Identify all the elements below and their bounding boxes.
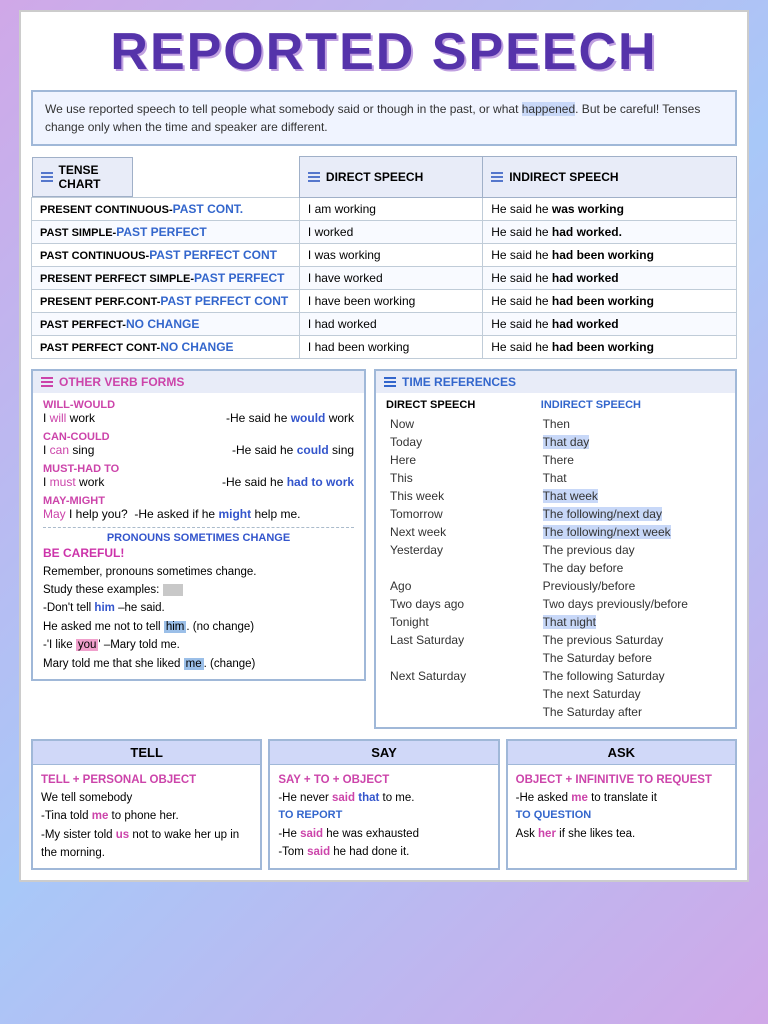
tense-chart-header: TENSE CHART [59,163,125,191]
ask-subheader1: OBJECT + INFINITIVE TO REQUEST [516,771,727,789]
table-row: PRESENT PERF.CONT-PAST PERFECT CONT I ha… [32,289,737,312]
table-row: PAST PERFECT CONT-NO CHANGE I had been w… [32,335,737,358]
say-subheader2: TO REPORT [278,807,489,825]
bottom-row: TELL TELL + PERSONAL OBJECT We tell some… [31,739,737,871]
can-could-label: CAN-COULD [43,431,354,443]
table-row: ThisThat [386,469,725,487]
lines-icon-2 [308,172,320,182]
say-subheader1: SAY + TO + OBJECT [278,771,489,789]
intro-box: We use reported speech to tell people wh… [31,90,737,146]
indirect-speech-header: INDIRECT SPEECH [509,170,618,184]
may-might-example: May I help you? -He asked if he might he… [43,507,354,521]
tell-line1: We tell somebody [41,789,252,807]
will-would-label: WILL-WOULD [43,399,354,411]
is-col-header: INDIRECT SPEECH [541,399,725,411]
must-had-to-example: I must work -He said he had to work [43,475,354,489]
can-could-group: CAN-COULD I can sing -He said he could s… [43,431,354,457]
time-column-headers: DIRECT SPEECH INDIRECT SPEECH [386,399,725,411]
time-references-title: TIME REFERENCES [402,375,516,389]
table-row: The next Saturday [386,685,725,703]
ask-subheader2: TO QUESTION [516,807,727,825]
careful-line-3: -Don't tell him –he said. [43,599,354,617]
ask-header: ASK [508,741,735,765]
say-card: SAY SAY + TO + OBJECT -He never said tha… [268,739,499,871]
ask-content: OBJECT + INFINITIVE TO REQUEST -He asked… [508,765,735,850]
page: REPORTED SPEECH We use reported speech t… [19,10,749,882]
table-row: The Saturday after [386,703,725,721]
tell-card: TELL TELL + PERSONAL OBJECT We tell some… [31,739,262,871]
table-row: AgoPreviously/before [386,577,725,595]
careful-line-5: -'I like you' –Mary told me. [43,636,354,654]
tell-example2: -My sister told us not to wake her up in… [41,826,252,863]
ds-col-header: DIRECT SPEECH [386,399,537,411]
table-row: PRESENT CONTINUOUS-PAST CONT. I am worki… [32,197,737,220]
pronouns-header: PRONOUNS SOMETIMES CHANGE [43,527,354,544]
time-references-box: TIME REFERENCES DIRECT SPEECH INDIRECT S… [374,369,737,729]
bottom-section: OTHER VERB FORMS WILL-WOULD I will work … [31,369,737,729]
lines-icon-4 [41,377,53,387]
other-verb-forms-title: OTHER VERB FORMS [59,375,184,389]
must-had-to-group: MUST-HAD TO I must work -He said he had … [43,463,354,489]
lines-icon-5 [384,377,396,387]
careful-box: BE CAREFUL! Remember, pronouns sometimes… [43,544,354,674]
table-row: TonightThat night [386,613,725,631]
careful-line-2: Study these examples: [43,581,354,599]
say-content: SAY + TO + OBJECT -He never said that to… [270,765,497,868]
may-might-label: MAY-MIGHT [43,495,354,507]
table-row: Next SaturdayThe following Saturday [386,667,725,685]
will-would-group: WILL-WOULD I will work -He said he would… [43,399,354,425]
must-had-to-label: MUST-HAD TO [43,463,354,475]
time-references-header: TIME REFERENCES [376,371,735,393]
other-verb-forms-header: OTHER VERB FORMS [33,371,364,393]
table-row: PAST PERFECT-NO CHANGE I had worked He s… [32,312,737,335]
table-row: TomorrowThe following/next day [386,505,725,523]
table-row: PRESENT PERFECT SIMPLE-PAST PERFECT I ha… [32,266,737,289]
table-row: Last SaturdayThe previous Saturday [386,631,725,649]
time-table: NowThen TodayThat day HereThere ThisThat… [386,415,725,721]
say-example3: -Tom said he had done it. [278,843,489,861]
intro-text: We use reported speech to tell people wh… [45,102,700,134]
table-row: PAST CONTINUOUS-PAST PERFECT CONT I was … [32,243,737,266]
tense-table: TENSE CHART DIRECT SPEECH [31,156,737,359]
table-row: This weekThat week [386,487,725,505]
can-could-example: I can sing -He said he could sing [43,443,354,457]
tell-example1: -Tina told me to phone her. [41,807,252,825]
table-row: The Saturday before [386,649,725,667]
careful-line-6: Mary told me that she liked me. (change) [43,655,354,673]
careful-line-4: He asked me not to tell him. (no change) [43,618,354,636]
other-verb-forms-box: OTHER VERB FORMS WILL-WOULD I will work … [31,369,366,682]
table-row: NowThen [386,415,725,433]
table-row: Two days agoTwo days previously/before [386,595,725,613]
other-verb-forms-content: WILL-WOULD I will work -He said he would… [33,393,364,680]
time-references-content: DIRECT SPEECH INDIRECT SPEECH NowThen To… [376,393,735,727]
tell-subheader: TELL + PERSONAL OBJECT [41,771,252,789]
table-row: TodayThat day [386,433,725,451]
table-row: YesterdayThe previous day [386,541,725,559]
page-title: REPORTED SPEECH [31,22,737,82]
say-example2: -He said he was exhausted [278,825,489,843]
say-header: SAY [270,741,497,765]
right-column: TIME REFERENCES DIRECT SPEECH INDIRECT S… [374,369,737,729]
left-column: OTHER VERB FORMS WILL-WOULD I will work … [31,369,366,729]
direct-speech-header: DIRECT SPEECH [326,170,423,184]
table-row: The day before [386,559,725,577]
careful-label: BE CAREFUL! [43,544,354,563]
lines-icon-3 [491,172,503,182]
lines-icon [41,172,53,182]
ask-card: ASK OBJECT + INFINITIVE TO REQUEST -He a… [506,739,737,871]
tell-header: TELL [33,741,260,765]
careful-line-1: Remember, pronouns sometimes change. [43,563,354,581]
may-might-group: MAY-MIGHT May I help you? -He asked if h… [43,495,354,521]
table-row: HereThere [386,451,725,469]
will-would-example: I will work -He said he would work [43,411,354,425]
table-row: PAST SIMPLE-PAST PERFECT I worked He sai… [32,220,737,243]
say-example1: -He never said that to me. [278,789,489,807]
table-row: Next weekThe following/next week [386,523,725,541]
ask-example1: -He asked me to translate it [516,789,727,807]
ask-example2: Ask her if she likes tea. [516,825,727,843]
tell-content: TELL + PERSONAL OBJECT We tell somebody … [33,765,260,869]
